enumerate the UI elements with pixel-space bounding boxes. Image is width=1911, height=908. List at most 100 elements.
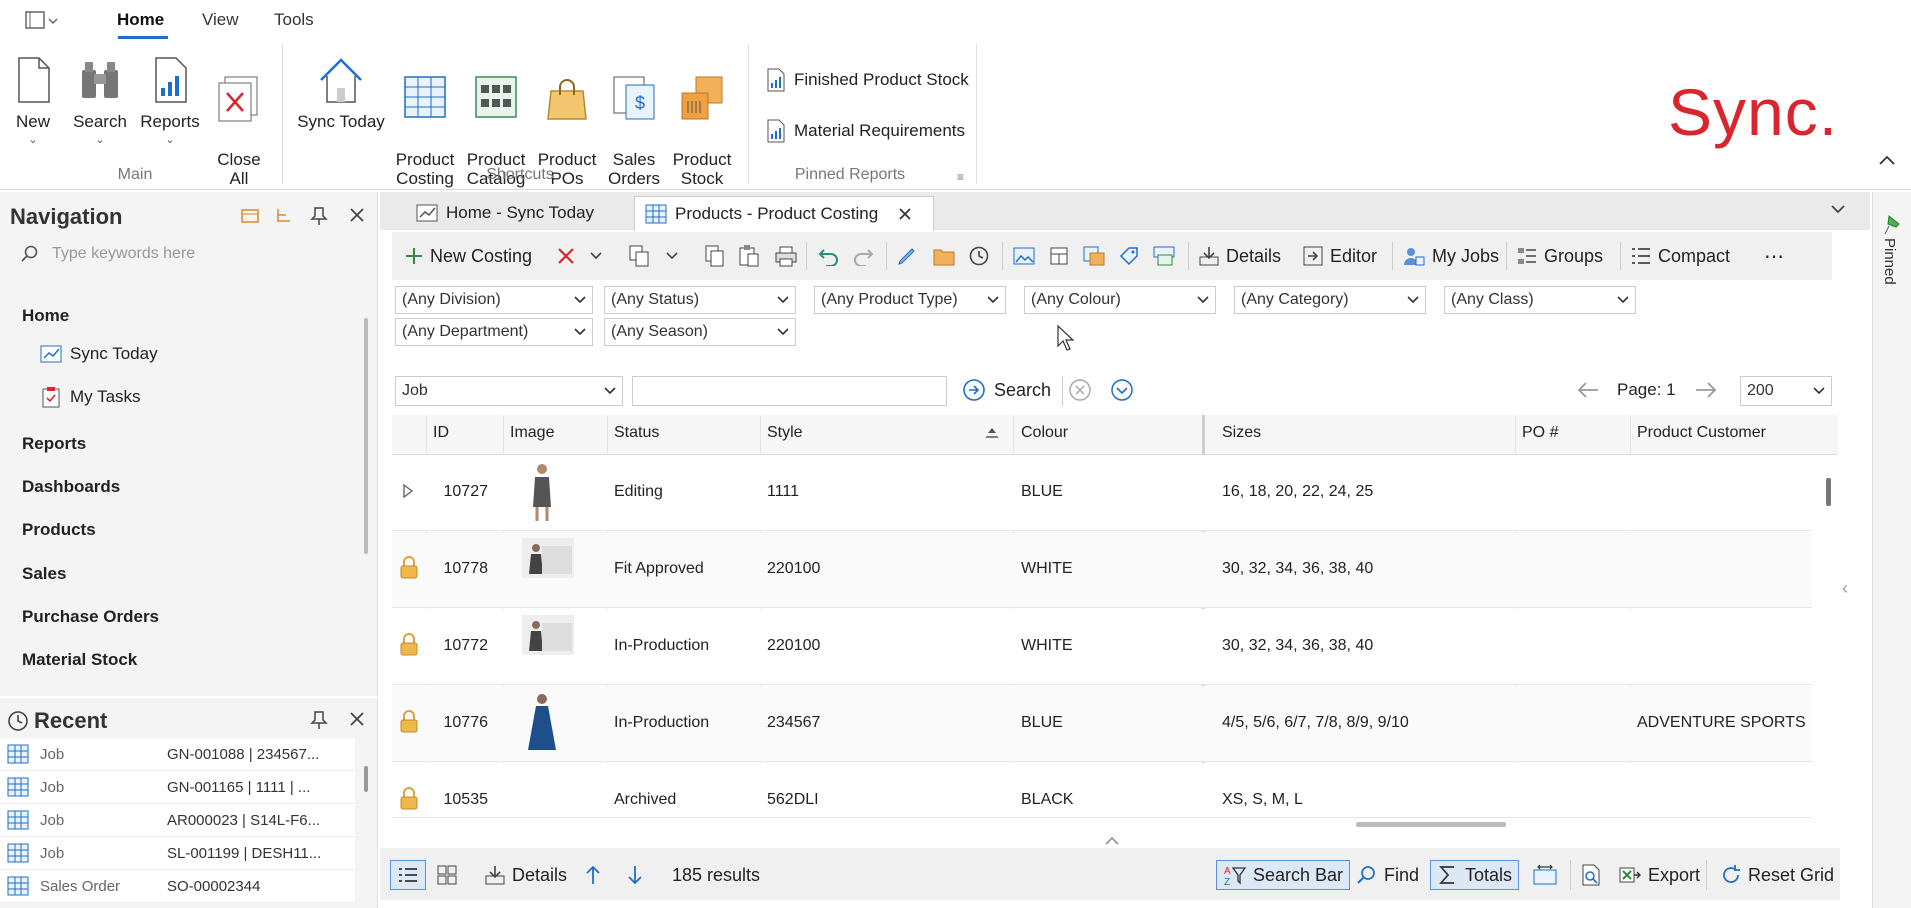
search-field-select[interactable]: Job — [395, 376, 623, 406]
edit-button[interactable] — [896, 240, 918, 272]
tab-products-product-costing[interactable]: Products - Product Costing — [634, 196, 934, 230]
more-options-icon[interactable]: ⋯ — [1764, 240, 1785, 272]
table-row[interactable]: 10772 In-Production 220100 WHITE 30, 32, 34,… — [392, 609, 1812, 685]
move-up-button[interactable] — [584, 860, 602, 890]
nav-tree-icon[interactable] — [274, 206, 294, 226]
catalog-button[interactable] — [1082, 240, 1106, 272]
expand-panel-chevron-icon[interactable] — [1104, 836, 1120, 846]
groups-button[interactable]: Groups — [1516, 240, 1603, 272]
nav-sales[interactable]: Sales — [22, 564, 66, 584]
nav-reports[interactable]: Reports — [22, 434, 86, 454]
delete-button[interactable] — [556, 240, 576, 272]
recent-item[interactable]: Job SL-001199 | DESH11... — [0, 837, 355, 870]
table-row[interactable]: 10778 Fit Approved 220100 WHITE 30, 32, 34, … — [392, 532, 1812, 608]
find-button[interactable]: Find — [1356, 860, 1419, 890]
close-all-button[interactable]: Close All — [212, 54, 266, 207]
my-jobs-button[interactable]: My Jobs — [1402, 240, 1499, 272]
product-stock-button[interactable]: Product Stock — [670, 54, 734, 207]
totals-button[interactable]: Totals — [1430, 860, 1520, 890]
details-button[interactable]: Details — [1198, 240, 1281, 272]
nav-home[interactable]: Home — [22, 306, 69, 326]
delete-dropdown-icon[interactable] — [590, 240, 602, 272]
filter-colour-select[interactable]: (Any Colour) — [1024, 286, 1216, 314]
grid-vertical-scrollbar[interactable] — [1826, 478, 1831, 506]
column-header-status[interactable]: Status — [614, 424, 659, 442]
recent-item[interactable]: Job GN-001165 | 1111 | ... — [0, 771, 355, 804]
nav-search[interactable]: Type keywords here — [20, 244, 195, 264]
print-preview-button[interactable] — [1580, 860, 1602, 890]
export-button[interactable]: Export — [1618, 860, 1700, 890]
collapse-ribbon-icon[interactable] — [1878, 154, 1896, 166]
app-menu-icon[interactable] — [24, 10, 58, 32]
side-collapse-chevron-icon[interactable]: ‹ — [1842, 578, 1848, 599]
costing-sheet-button[interactable] — [1152, 240, 1176, 272]
filter-product-type-select[interactable]: (Any Product Type) — [814, 286, 1006, 314]
table-row[interactable]: 10776 In-Production 234567 BLUE 4/5, 5/6, 6/… — [392, 686, 1812, 762]
search-input[interactable] — [632, 376, 947, 406]
table-row[interactable]: 10535 Archived 562DLI BLACK XS, S, M, L — [392, 763, 1812, 818]
tag-button[interactable] — [1118, 240, 1140, 272]
card-view-button[interactable] — [436, 860, 458, 890]
sales-orders-button[interactable]: $ Sales Orders — [606, 54, 662, 207]
clear-search-icon[interactable] — [1068, 378, 1092, 402]
paste-button[interactable] — [738, 240, 760, 272]
tab-home-sync-today[interactable]: Home - Sync Today — [406, 196, 604, 230]
nav-pin-layout-icon[interactable] — [240, 206, 260, 226]
recent-item[interactable]: Job GN-001088 | 234567... — [0, 738, 355, 771]
pinned-label[interactable]: Pinned — [1881, 238, 1898, 285]
copy-button[interactable] — [704, 240, 726, 272]
recent-item[interactable]: Sales Order SO-00002344 — [0, 870, 355, 903]
pinned-report-finished-product-stock[interactable]: Finished Product Stock — [766, 68, 969, 92]
search-button[interactable]: Search ⌄ — [70, 54, 130, 150]
nav-products[interactable]: Products — [22, 520, 96, 540]
new-costing-button[interactable]: New Costing — [404, 240, 532, 272]
expand-search-icon[interactable] — [1110, 378, 1134, 402]
editor-button[interactable]: Editor — [1302, 240, 1377, 272]
nav-my-tasks[interactable]: My Tasks — [40, 386, 141, 408]
menu-tab-view[interactable]: View — [202, 10, 239, 30]
filter-status-select[interactable]: (Any Status) — [604, 286, 796, 314]
filter-category-select[interactable]: (Any Category) — [1234, 286, 1426, 314]
search-bar-button[interactable]: AZ Search Bar — [1216, 860, 1351, 890]
sync-today-button[interactable]: Sync Today — [296, 54, 386, 131]
nav-purchase-orders[interactable]: Purchase Orders — [22, 607, 159, 627]
fit-columns-button[interactable] — [1532, 860, 1558, 890]
table-row[interactable]: 10727 Editing 1111 BLUE 16, 18, 20, 22, 24, … — [392, 455, 1812, 531]
grid-horizontal-scrollbar[interactable] — [1356, 822, 1506, 827]
recent-pin-icon[interactable] — [310, 710, 328, 730]
new-button[interactable]: New ⌄ — [8, 54, 58, 150]
copy-special-button[interactable] — [628, 240, 652, 272]
nav-close-icon[interactable] — [348, 206, 366, 224]
pinned-report-material-requirements[interactable]: Material Requirements — [766, 119, 965, 143]
group-options-icon[interactable]: ≡ — [957, 170, 964, 184]
reports-button[interactable]: Reports ⌄ — [138, 54, 202, 150]
filter-department-select[interactable]: (Any Department) — [395, 318, 593, 346]
redo-button[interactable] — [852, 240, 876, 272]
list-view-button[interactable] — [390, 860, 426, 890]
nav-pin-icon[interactable] — [310, 206, 328, 226]
previous-page-icon[interactable] — [1576, 380, 1600, 400]
product-catalog-button[interactable]: Product Catalog — [464, 54, 528, 207]
pin-green-icon[interactable] — [1883, 214, 1903, 236]
menu-tab-home[interactable]: Home — [117, 10, 164, 30]
product-pos-button[interactable]: Product POs — [536, 54, 598, 207]
page-size-select[interactable]: 200 — [1740, 376, 1832, 406]
filter-season-select[interactable]: (Any Season) — [604, 318, 796, 346]
filter-class-select[interactable]: (Any Class) — [1444, 286, 1636, 314]
statusbar-details-button[interactable]: Details — [484, 860, 567, 890]
move-down-button[interactable] — [626, 860, 644, 890]
column-header-image[interactable]: Image — [510, 424, 554, 442]
nav-scrollbar[interactable] — [364, 318, 368, 554]
filter-division-select[interactable]: (Any Division) — [395, 286, 593, 314]
tabs-overflow-chevron-icon[interactable] — [1830, 204, 1846, 214]
column-header-colour[interactable]: Colour — [1021, 424, 1068, 442]
nav-sync-today[interactable]: Sync Today — [40, 344, 158, 364]
open-folder-button[interactable] — [932, 240, 956, 272]
product-costing-button[interactable]: Product Costing — [394, 54, 456, 207]
column-header-product-customer[interactable]: Product Customer — [1637, 424, 1766, 442]
print-button[interactable] — [774, 240, 798, 272]
search-button[interactable]: Search — [962, 378, 1051, 402]
history-button[interactable] — [968, 240, 990, 272]
nav-dashboards[interactable]: Dashboards — [22, 477, 120, 497]
recent-item[interactable]: Job AR000023 | S14L-F6... — [0, 804, 355, 837]
